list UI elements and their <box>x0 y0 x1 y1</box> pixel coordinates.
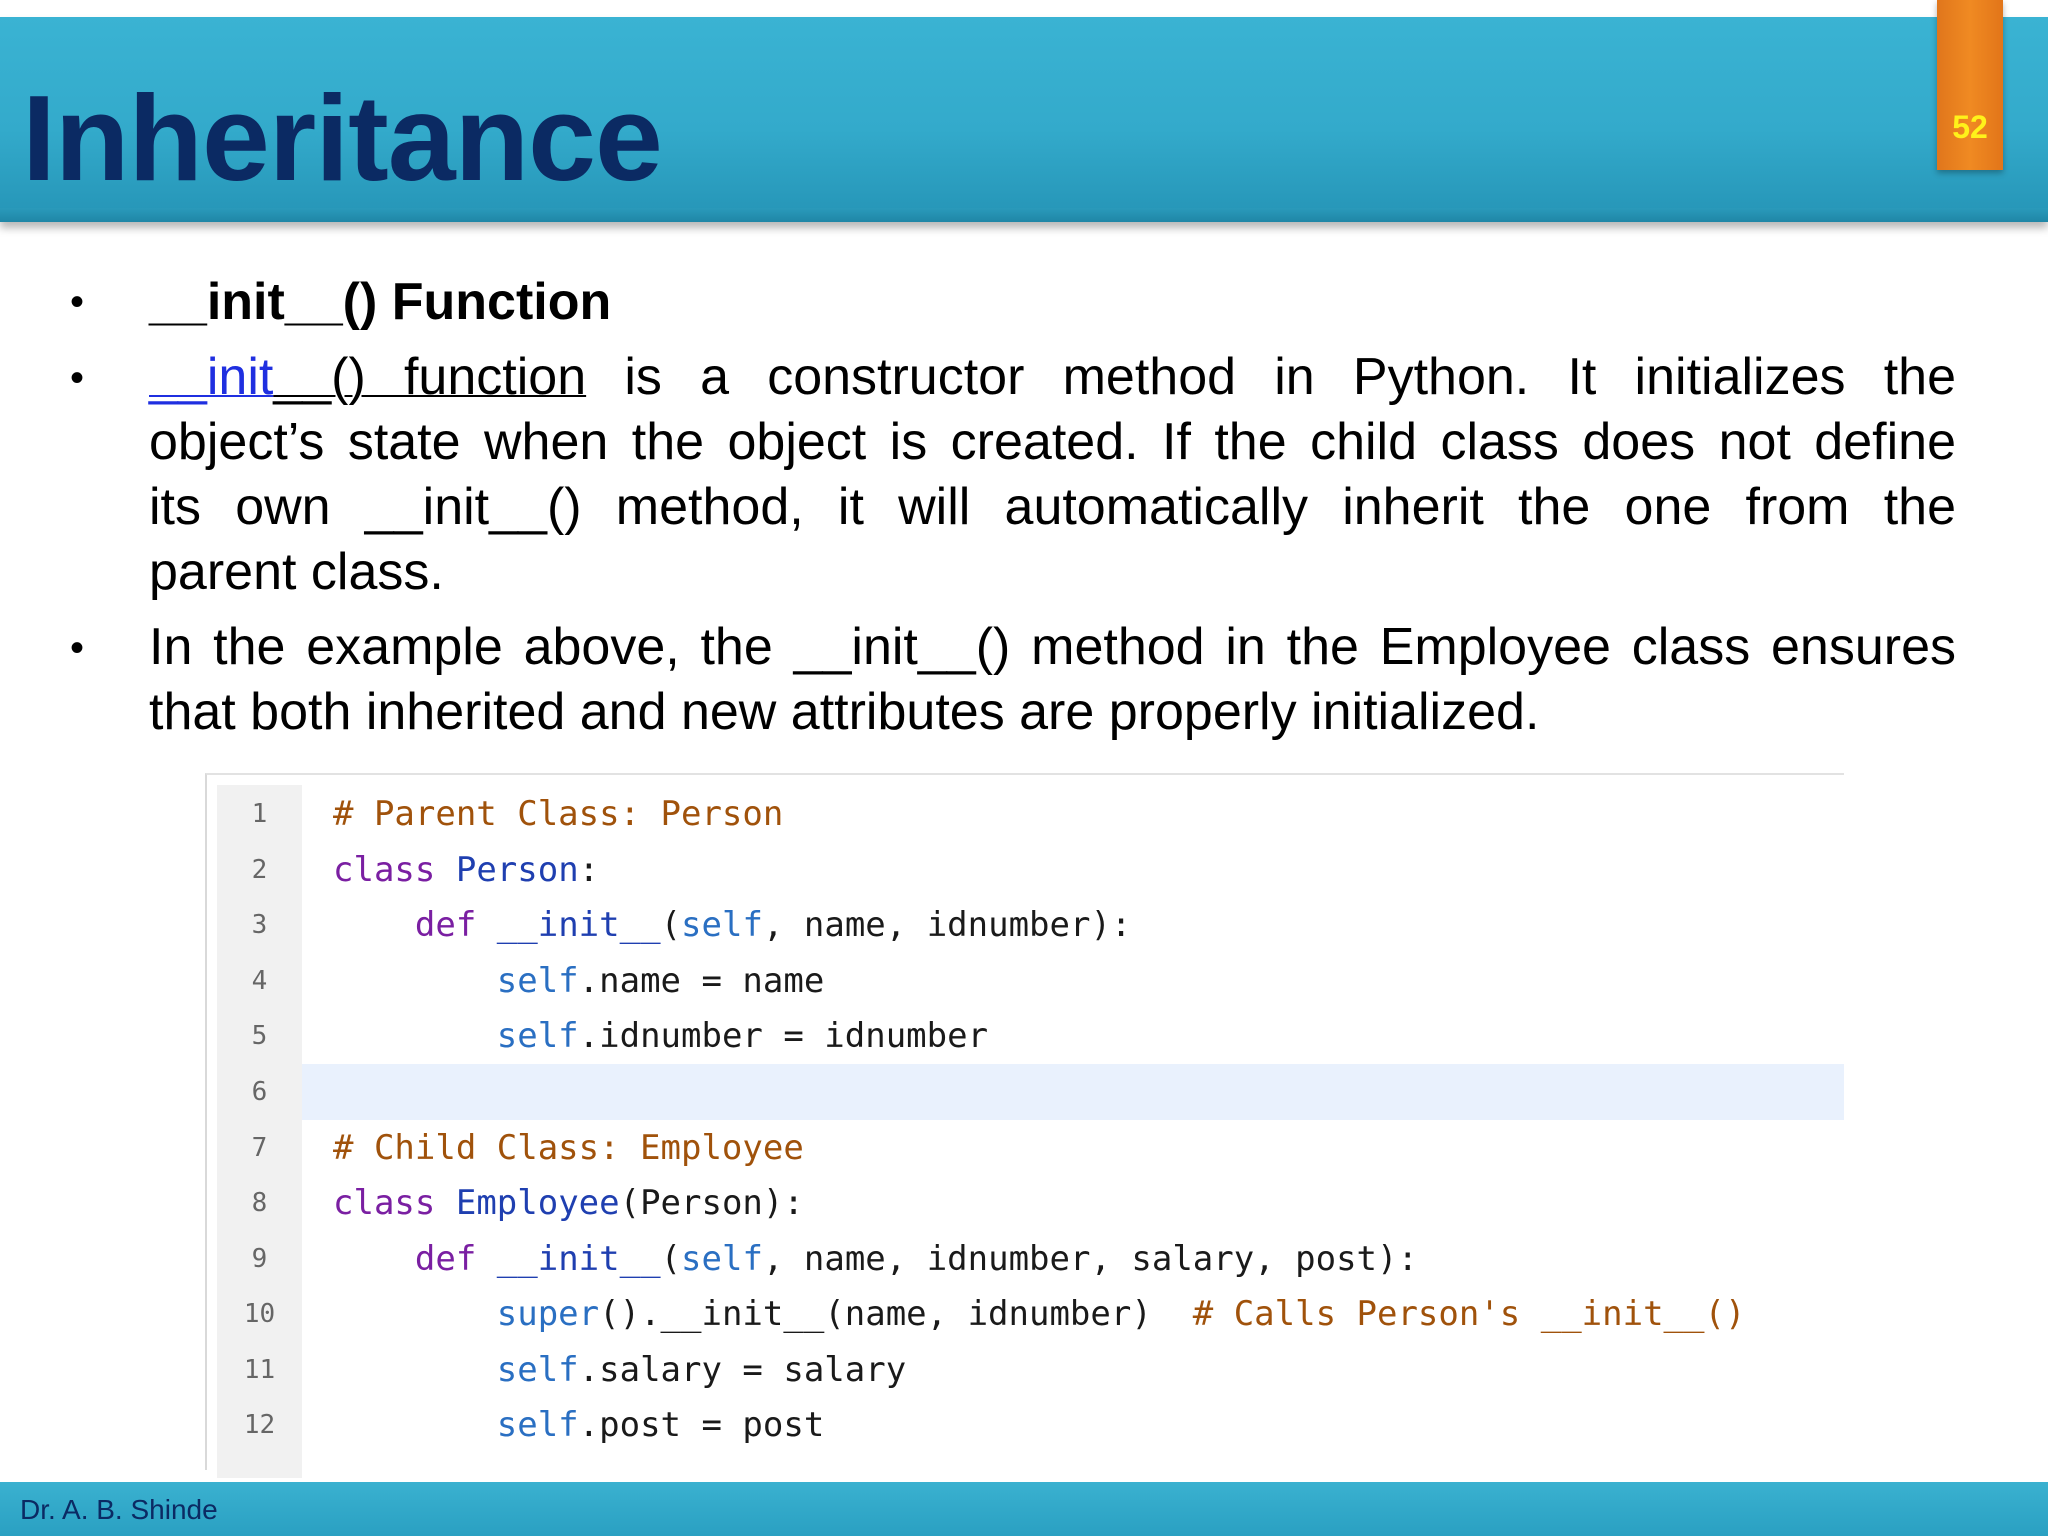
code-text: self.name = name <box>333 953 825 1009</box>
code-keyword: class <box>333 1183 436 1223</box>
code-line: 11 self.salary = salary <box>207 1342 1844 1398</box>
code-text: super().__init__(name, idnumber) # Calls… <box>333 1286 1746 1342</box>
code-self: self <box>681 905 763 945</box>
code-plain: .salary = salary <box>578 1350 907 1390</box>
code-text: class Employee(Person): <box>333 1175 804 1231</box>
line-number: 10 <box>243 1299 276 1329</box>
code-line-highlighted: 6 <box>207 1064 1844 1120</box>
bullet-paragraph-init: __init__() function is a constructor met… <box>149 345 1956 605</box>
code-plain: ().__init__(name, idnumber) <box>599 1294 1193 1334</box>
bullet-marker: • <box>70 280 85 324</box>
code-builtin: super <box>496 1294 600 1334</box>
line-number: 2 <box>251 855 268 885</box>
code-plain: ( <box>660 1239 682 1279</box>
line-number: 6 <box>251 1077 268 1107</box>
code-line: 4 self.name = name <box>207 953 1844 1009</box>
code-plain: ( <box>660 905 682 945</box>
code-class-name: Employee <box>455 1183 620 1223</box>
line-number: 8 <box>251 1188 268 1218</box>
code-self: self <box>496 961 579 1001</box>
bullet-line: parent class. <box>149 543 444 601</box>
code-plain: : <box>578 850 600 890</box>
code-line: 1 # Parent Class: Person <box>207 786 1844 842</box>
code-comment: # Calls Person's __init__() <box>1192 1294 1746 1334</box>
page-number-badge: 52 <box>1937 0 2003 170</box>
code-line: 7 # Child Class: Employee <box>207 1120 1844 1176</box>
code-comment: # Parent Class: Person <box>333 794 784 834</box>
code-line: 2 class Person: <box>207 842 1844 898</box>
code-function-name: __init__ <box>496 905 661 945</box>
code-plain: .name = name <box>578 961 825 1001</box>
bullet-marker: • <box>70 356 85 400</box>
page-number: 52 <box>1952 109 1988 145</box>
code-plain: (Person): <box>619 1183 804 1223</box>
code-text: self.post = post <box>333 1397 825 1453</box>
line-number: 4 <box>251 966 268 996</box>
code-self: self <box>496 1405 579 1445</box>
line-number: 12 <box>243 1410 276 1440</box>
code-plain: , name, idnumber): <box>762 905 1132 945</box>
code-comment: # Child Class: Employee <box>333 1128 804 1168</box>
code-self: self <box>496 1350 579 1390</box>
bullet-paragraph-example: In the example above, the __init__() met… <box>149 615 1956 745</box>
code-keyword: def <box>414 905 477 945</box>
code-text: # Parent Class: Person <box>333 786 783 842</box>
code-line: 5 self.idnumber = idnumber <box>207 1008 1844 1064</box>
footer-bar: Dr. A. B. Shinde <box>0 1482 2048 1536</box>
code-snippet: 1 # Parent Class: Person 2 class Person:… <box>205 773 1844 1478</box>
code-class-name: Person <box>455 850 579 890</box>
code-line: 9 def __init__(self, name, idnumber, sal… <box>207 1231 1844 1287</box>
code-text: self.salary = salary <box>333 1342 906 1398</box>
code-self: self <box>496 1016 579 1056</box>
bullet-text-segment: is a constructor method in Python. It in… <box>586 348 1957 406</box>
code-line: 12 self.post = post <box>207 1397 1844 1453</box>
footer-author: Dr. A. B. Shinde <box>20 1494 218 1525</box>
bullet-marker: • <box>70 626 85 670</box>
bullet-line: __init__() function is a constructor met… <box>149 345 1956 410</box>
code-plain: .idnumber = idnumber <box>578 1016 989 1056</box>
code-text: self.idnumber = idnumber <box>333 1008 988 1064</box>
header-band: Inheritance <box>0 17 2048 222</box>
code-line: 8 class Employee(Person): <box>207 1175 1844 1231</box>
line-number: 5 <box>251 1021 268 1051</box>
bullet-heading: __init__() Function <box>149 273 612 331</box>
code-keyword: def <box>414 1239 477 1279</box>
line-number: 3 <box>251 910 268 940</box>
bullet-line: that both inherited and new attributes a… <box>149 683 1540 741</box>
code-plain: , name, idnumber, salary, post): <box>762 1239 1418 1279</box>
code-text: def __init__(self, name, idnumber): <box>333 897 1132 953</box>
code-text: def __init__(self, name, idnumber, salar… <box>333 1231 1418 1287</box>
bullet-line: object’s state when the object is create… <box>149 413 1956 471</box>
init-function-link[interactable]: __() function <box>273 348 586 406</box>
code-line: 10 super().__init__(name, idnumber) # Ca… <box>207 1286 1844 1342</box>
line-number: 9 <box>251 1244 268 1274</box>
code-line: 3 def __init__(self, name, idnumber): <box>207 897 1844 953</box>
slide-title: Inheritance <box>22 70 663 206</box>
line-number: 11 <box>243 1355 276 1385</box>
bullet-line: In the example above, the __init__() met… <box>149 618 1956 676</box>
bullet-line: its own __init__() method, it will autom… <box>149 478 1956 536</box>
code-keyword: class <box>333 850 436 890</box>
code-text: # Child Class: Employee <box>333 1120 804 1176</box>
current-line-highlight <box>302 1064 1844 1120</box>
line-number: 7 <box>251 1133 268 1163</box>
line-number: 1 <box>251 799 268 829</box>
code-plain: .post = post <box>578 1405 825 1445</box>
init-link[interactable]: __init <box>149 348 273 406</box>
code-text: class Person: <box>333 842 599 898</box>
code-function-name: __init__ <box>496 1239 661 1279</box>
code-self: self <box>681 1239 763 1279</box>
top-strip <box>0 0 2048 17</box>
